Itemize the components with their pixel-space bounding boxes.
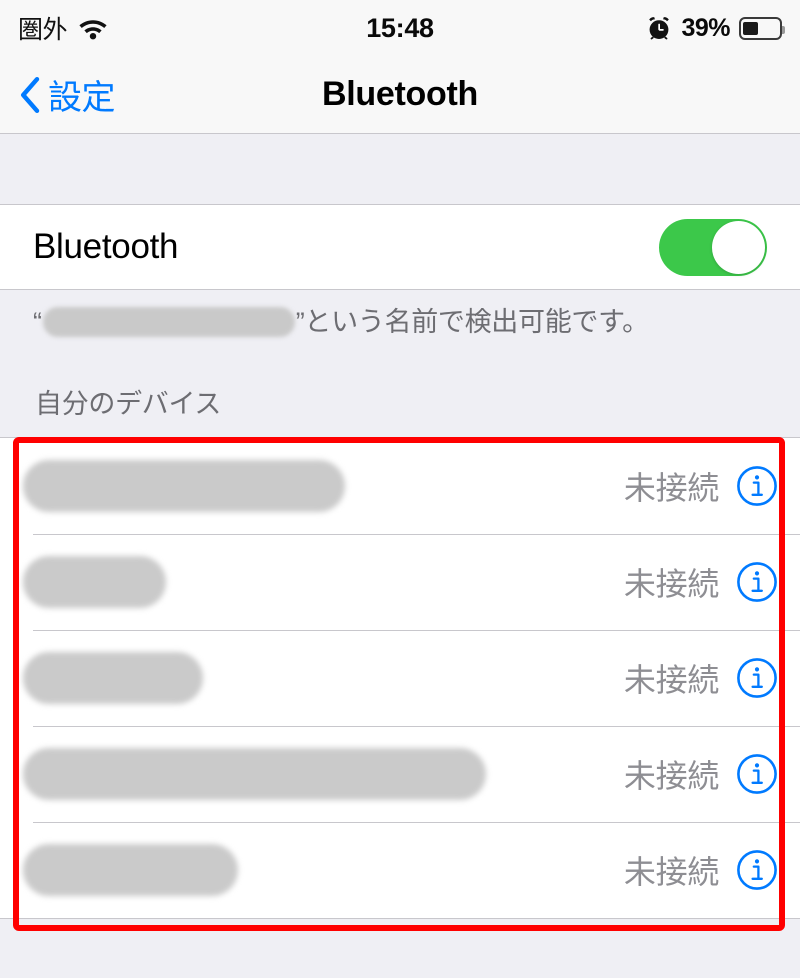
table-row[interactable]: 未接続 [0, 726, 800, 822]
alarm-clock-icon [646, 15, 672, 41]
toggle-knob [712, 220, 765, 274]
bluetooth-toggle-row[interactable]: Bluetooth [0, 205, 800, 289]
discoverable-note-text: という名前で検出可能です。 [304, 307, 649, 337]
battery-icon [739, 16, 785, 40]
bluetooth-toggle-switch[interactable] [659, 218, 767, 276]
table-row[interactable]: 未接続 [0, 438, 800, 534]
table-row[interactable]: 未接続 [0, 630, 800, 726]
device-name-redacted [23, 748, 486, 801]
status-bar-right: 39% [646, 13, 785, 43]
info-circle-icon[interactable] [719, 657, 778, 699]
device-name-redacted [23, 460, 345, 513]
table-row[interactable]: 未接続 [0, 534, 800, 630]
device-status-label: 未接続 [623, 566, 719, 603]
battery-percent-label: 39% [681, 13, 730, 42]
my-devices-section: 未接続 未接続 未接続 未接続 未接続 [0, 437, 800, 932]
device-name-redacted [23, 556, 166, 609]
my-devices-section-header: 自分のデバイス [35, 389, 222, 420]
page-title: Bluetooth [322, 75, 478, 113]
close-quote: ” [295, 307, 305, 337]
discoverable-note: “ ” という名前で検出可能です。 [0, 290, 800, 338]
bluetooth-toggle-group: Bluetooth [0, 204, 800, 290]
device-name-redacted [23, 844, 238, 897]
device-status-label: 未接続 [623, 854, 719, 891]
info-circle-icon[interactable] [719, 753, 778, 795]
open-quote: “ [33, 307, 42, 337]
navigation-bar: 設定 Bluetooth [0, 56, 800, 134]
device-name-redacted [23, 652, 203, 705]
device-status-label: 未接続 [623, 662, 719, 699]
device-list: 未接続 未接続 未接続 未接続 未接続 [0, 437, 800, 920]
redacted-device-name [42, 307, 295, 338]
table-row[interactable]: 未接続 [0, 822, 800, 918]
info-circle-icon[interactable] [719, 465, 778, 507]
battery-fill [743, 21, 758, 35]
status-bar: 圏外 15:48 39% [0, 0, 800, 56]
device-status-label: 未接続 [623, 758, 719, 795]
settings-content: Bluetooth “ ” という名前で検出可能です。 自分のデバイス 未接続 未… [0, 134, 800, 978]
info-circle-icon[interactable] [719, 561, 778, 603]
info-circle-icon[interactable] [719, 849, 778, 891]
device-status-label: 未接続 [623, 470, 719, 507]
content-top-spacer [0, 134, 800, 204]
bluetooth-label: Bluetooth [33, 227, 179, 266]
